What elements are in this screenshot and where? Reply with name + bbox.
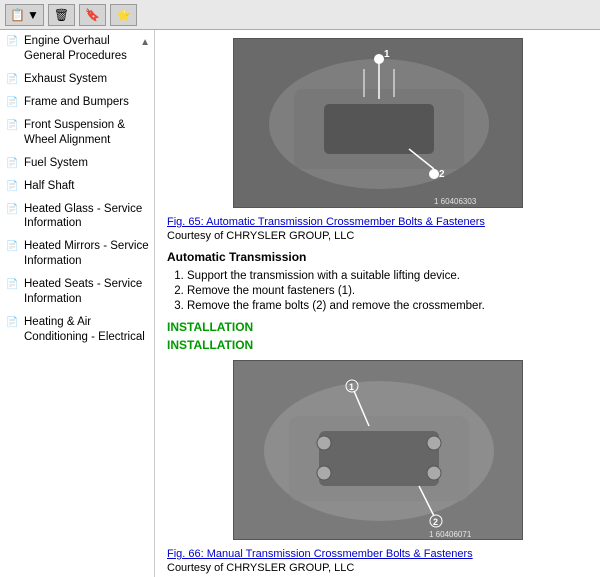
sidebar-item-label: Heated Mirrors - Service Information [24, 239, 150, 269]
svg-text:1 60406071: 1 60406071 [429, 530, 472, 539]
svg-text:1: 1 [384, 49, 390, 60]
fig-66-caption[interactable]: Fig. 66: Manual Transmission Crossmember… [167, 548, 588, 560]
sidebar-item-engine-overhaul[interactable]: 📄 Engine Overhaul General Procedures ▲ [0, 30, 154, 68]
figure-65-image: 1 2 1 60406303 [233, 38, 523, 208]
dropdown-arrow: ▼ [27, 8, 39, 22]
page-icon: 📄 [6, 35, 20, 48]
bookmark-icon: 🔖 [85, 8, 100, 22]
svg-text:2: 2 [439, 169, 445, 180]
steps-list-1: Support the transmission with a suitable… [187, 270, 588, 312]
fig-65-caption[interactable]: Fig. 65: Automatic Transmission Crossmem… [167, 216, 588, 228]
sidebar-item-heated-mirrors[interactable]: 📄 Heated Mirrors - Service Information [0, 235, 154, 273]
step-3: Remove the frame bolts (2) and remove th… [187, 300, 588, 312]
installation-header-1: INSTALLATION [167, 320, 588, 334]
sidebar-item-label: Half Shaft [24, 179, 150, 194]
sidebar-item-fuel-system[interactable]: 📄 Fuel System [0, 152, 154, 175]
sidebar-item-heated-seats[interactable]: 📄 Heated Seats - Service Information [0, 273, 154, 311]
svg-text:1: 1 [349, 382, 354, 392]
page-icon: 📄 [6, 203, 20, 216]
page-icon: 📄 [6, 240, 20, 253]
step-2: Remove the mount fasteners (1). [187, 285, 588, 297]
page-icon: 📄 [6, 278, 20, 291]
sidebar-item-label: Heated Seats - Service Information [24, 277, 150, 307]
expand-arrow: ▲ [140, 36, 150, 49]
sidebar-item-exhaust[interactable]: 📄 Exhaust System [0, 68, 154, 91]
page-icon: 📄 [6, 119, 20, 132]
page-icon: 📄 [6, 316, 20, 329]
sidebar[interactable]: 📄 Engine Overhaul General Procedures ▲ 📄… [0, 30, 155, 577]
step-1: Support the transmission with a suitable… [187, 270, 588, 282]
delete-button[interactable]: 🗑 [48, 4, 75, 26]
main-layout: 📄 Engine Overhaul General Procedures ▲ 📄… [0, 30, 600, 577]
figure-66-image: 1 2 1 60406071 [233, 360, 523, 540]
star-icon: ⭐ [116, 8, 131, 22]
sidebar-item-label: Heated Glass - Service Information [24, 202, 150, 232]
page-icon: 📄 [6, 73, 20, 86]
sidebar-item-label: Exhaust System [24, 72, 150, 87]
nav-icon: 📋 [10, 8, 25, 22]
figure-65-container: 1 2 1 60406303 [167, 38, 588, 208]
sidebar-item-label: Frame and Bumpers [24, 95, 150, 110]
content-area[interactable]: 1 2 1 60406303 Fig. 65: Automatic Transm… [155, 30, 600, 577]
sidebar-item-label: Heating & Air Conditioning - Electrical [24, 315, 150, 345]
sidebar-item-half-shaft[interactable]: 📄 Half Shaft [0, 175, 154, 198]
sidebar-item-heated-glass[interactable]: 📄 Heated Glass - Service Information [0, 198, 154, 236]
nav-dropdown[interactable]: 📋 ▼ [5, 4, 44, 26]
sidebar-item-heating-air[interactable]: 📄 Heating & Air Conditioning - Electrica… [0, 311, 154, 349]
toolbar: 📋 ▼ 🗑 🔖 ⭐ [0, 0, 600, 30]
fig-66-credit: Courtesy of CHRYSLER GROUP, LLC [167, 562, 588, 574]
svg-text:1 60406303: 1 60406303 [434, 197, 477, 206]
star-button[interactable]: ⭐ [110, 4, 137, 26]
sidebar-item-label: Front Suspension & Wheel Alignment [24, 118, 150, 148]
page-icon: 📄 [6, 157, 20, 170]
sidebar-item-front-suspension[interactable]: 📄 Front Suspension & Wheel Alignment [0, 114, 154, 152]
bookmark-button[interactable]: 🔖 [79, 4, 106, 26]
figure-66-container: 1 2 1 60406071 [167, 360, 588, 540]
sidebar-item-label: Fuel System [24, 156, 150, 171]
installation-header-2: INSTALLATION [167, 338, 588, 352]
page-icon: 📄 [6, 180, 20, 193]
page-icon: 📄 [6, 96, 20, 109]
sidebar-item-frame-bumpers[interactable]: 📄 Frame and Bumpers [0, 91, 154, 114]
section1-title: Automatic Transmission [167, 250, 588, 264]
sidebar-item-label: Engine Overhaul General Procedures [24, 34, 138, 64]
svg-text:2: 2 [433, 517, 438, 527]
fig-65-credit: Courtesy of CHRYSLER GROUP, LLC [167, 230, 588, 242]
delete-icon: 🗑 [54, 8, 69, 22]
